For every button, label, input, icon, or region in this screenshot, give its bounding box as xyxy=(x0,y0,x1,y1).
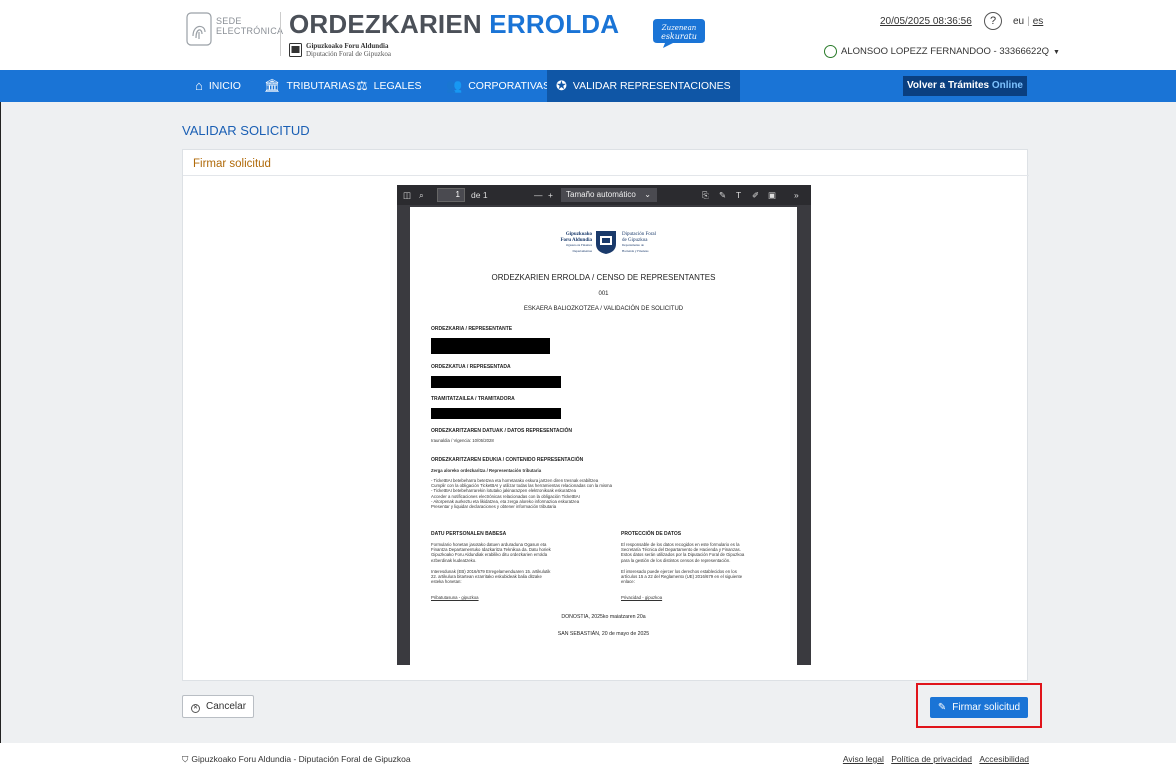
badge-line2: eskuratu xyxy=(661,32,697,41)
highlight-icon[interactable]: ⎘ xyxy=(702,190,709,201)
doc-col2-p1: El responsable de los datos recogidos en… xyxy=(621,542,745,563)
text-icon[interactable]: T xyxy=(736,190,741,200)
doc-logo-left: Gipuzkoako Foru Aldundia Ogasun eta Fina… xyxy=(560,232,592,253)
header: SEDE ELECTRÓNICA ORDEZKARIEN ERROLDA Gip… xyxy=(0,0,1176,70)
language-switch: eu | es xyxy=(1013,16,1044,27)
page-title: VALIDAR SOLICITUD xyxy=(182,123,310,138)
doc-pribatutasuna-link[interactable]: Pribatutasuna - gipuzkoa xyxy=(431,595,479,600)
zuzenean-eskuratu-badge[interactable]: Zuzenean eskuratu xyxy=(651,17,707,49)
lang-es[interactable]: es xyxy=(1033,16,1044,27)
panel-divider xyxy=(183,175,1029,176)
app-title-part2: ERROLDA xyxy=(489,9,620,39)
doc-place-eu: DONOSTIA, 2025ko maiatzaren 20a xyxy=(561,614,646,620)
sede-line1: SEDE xyxy=(216,16,242,26)
redacted-box xyxy=(431,408,561,419)
check-badge-icon: ✪ xyxy=(556,78,567,93)
zoom-in-icon[interactable]: + xyxy=(548,190,553,200)
footer: ⛉ Gipuzkoako Foru Aldundia - Diputación F… xyxy=(0,743,1176,769)
shield-icon: ⛉ xyxy=(182,754,189,764)
sede-line2: ELECTRÓNICA xyxy=(216,26,284,36)
nav-item-inicio[interactable]: ⌂ INICIO xyxy=(195,70,241,102)
doc-subtitle: ESKAERA BALIOZKOTZEA / VALIDACIÓN DE SOL… xyxy=(523,306,684,312)
doc-number: 001 xyxy=(598,291,609,297)
pen-icon[interactable]: ✐ xyxy=(752,190,759,201)
sign-request-button[interactable]: ✎ Firmar solicitud xyxy=(930,697,1028,718)
pdf-page: Gipuzkoako Foru Aldundia Ogasun eta Fina… xyxy=(410,207,797,665)
more-tools-icon[interactable]: » xyxy=(794,190,799,200)
panel-title: Firmar solicitud xyxy=(193,158,271,170)
page-number-input[interactable]: 1 xyxy=(437,188,465,202)
redacted-box xyxy=(431,338,550,354)
cancel-button[interactable]: ✕ Cancelar xyxy=(182,695,254,718)
doc-col1-p2: Interesdunak (EB) 2016/679 Erregelamendu… xyxy=(431,569,551,585)
user-icon xyxy=(824,45,837,58)
page-total: de 1 xyxy=(471,190,488,200)
header-divider xyxy=(280,12,281,56)
sede-electronica-logo[interactable]: SEDE ELECTRÓNICA xyxy=(180,10,283,50)
doc-contenido-label: ORDEZKARITZAREN EDUKIA / CONTENIDO REPRE… xyxy=(431,457,584,463)
doc-col1-head: DATU PERTSONALEN BABESA xyxy=(431,531,507,537)
doc-representada-label: ORDEZKATUA / REPRESENTADA xyxy=(431,364,511,370)
doc-place-es: SAN SEBASTIÁN, 20 de mayo de 2025 xyxy=(557,631,650,637)
nav-item-tributarias[interactable]: 🏛 TRIBUTARIAS xyxy=(264,70,355,102)
doc-items: - TicketBAI betebeharra betetzea eta hor… xyxy=(431,478,613,510)
pen-icon: ✎ xyxy=(937,702,947,713)
accessibility-link[interactable]: Accesibilidad xyxy=(979,754,1029,764)
fingerprint-icon xyxy=(186,12,212,46)
privacy-policy-link[interactable]: Política de privacidad xyxy=(891,754,972,764)
doc-col2-head: PROTECCIÓN DE DATOS xyxy=(621,531,682,537)
user-name: ALONSOO LOPEZZ FERNANDOO - 33366622Q xyxy=(841,46,1050,58)
org-line2: Diputación Foral de Gipuzkoa xyxy=(306,50,391,58)
nav-item-legales[interactable]: ⚖ LEGALES xyxy=(356,70,422,102)
user-menu[interactable]: ALONSOO LOPEZZ FERNANDOO - 33366622Q ▼ xyxy=(824,45,1060,58)
badge-line1: Zuzenean xyxy=(661,24,697,32)
lang-eu[interactable]: eu xyxy=(1013,16,1024,27)
aviso-legal-link[interactable]: Aviso legal xyxy=(843,754,884,764)
sidebar-toggle-icon[interactable]: ◫ xyxy=(403,190,411,201)
caret-down-icon: ▼ xyxy=(1053,49,1060,57)
bank-icon: 🏛 xyxy=(264,78,281,93)
nav-item-corporativas[interactable]: 👥 CORPORATIVAS xyxy=(446,70,550,102)
org-line1: Gipuzkoako Foru Aldundia xyxy=(306,42,389,50)
doc-representante-label: ORDEZKARIA / REPRESENTANTE xyxy=(431,326,513,332)
group-icon: 👥 xyxy=(446,78,463,93)
doc-tramitadora-label: TRAMITATZAILEA / TRAMITADORA xyxy=(431,396,515,402)
footer-org: Gipuzkoako Foru Aldundia - Diputación Fo… xyxy=(191,754,411,764)
session-datetime: 20/05/2025 08:36:56 xyxy=(880,16,972,27)
scales-icon: ⚖ xyxy=(356,78,368,93)
doc-tributaria: Zerga aloreko ordezkaritza / Representac… xyxy=(431,468,542,473)
coat-of-arms-icon xyxy=(289,43,302,57)
doc-coat-of-arms-icon xyxy=(596,231,616,254)
doc-title: ORDEZKARIEN ERROLDA / CENSO DE REPRESENT… xyxy=(491,273,716,282)
zoom-out-icon[interactable]: — xyxy=(534,190,543,200)
doc-col2-p2: El interesado puede ejercer los derechos… xyxy=(621,569,743,585)
home-icon: ⌂ xyxy=(195,78,203,93)
draw-icon[interactable]: ✎ xyxy=(719,190,726,201)
pdf-toolbar: ◫ ⌕ 1 de 1 — + Tamaño automático ⌄ ⎘ ✎ T … xyxy=(397,185,811,205)
footer-links: Aviso legal Política de privacidad Acces… xyxy=(838,754,1029,764)
doc-logo-right: Diputación Foral de Gipuzkoa Departament… xyxy=(622,232,657,253)
redacted-box xyxy=(431,376,561,388)
doc-datos-label: ORDEZKARITZAREN DATUAK / DATOS REPRESENT… xyxy=(431,428,573,434)
search-icon[interactable]: ⌕ xyxy=(419,190,424,201)
help-icon[interactable]: ? xyxy=(984,12,1002,30)
zoom-select[interactable]: Tamaño automático ⌄ xyxy=(561,188,657,202)
app-title[interactable]: ORDEZKARIEN ERROLDA xyxy=(289,9,619,40)
doc-vigencia: Iraunaldia / Vigencia: 10/05/2028 xyxy=(431,438,494,443)
image-icon[interactable]: ▣ xyxy=(768,190,776,201)
chevron-down-icon: ⌄ xyxy=(644,190,651,199)
doc-privacidad-link[interactable]: Privacidad - gipuzkoa xyxy=(621,595,662,600)
back-to-tramites-button[interactable]: Volver a Trámites Online xyxy=(903,76,1027,96)
app-title-part1: ORDEZKARIEN xyxy=(289,9,490,39)
close-circle-icon: ✕ xyxy=(191,704,200,713)
doc-col1-p1: Formulario honetan jasotako datuen ardur… xyxy=(431,542,551,563)
nav-item-validar-representaciones[interactable]: ✪ VALIDAR REPRESENTACIONES xyxy=(547,70,740,102)
